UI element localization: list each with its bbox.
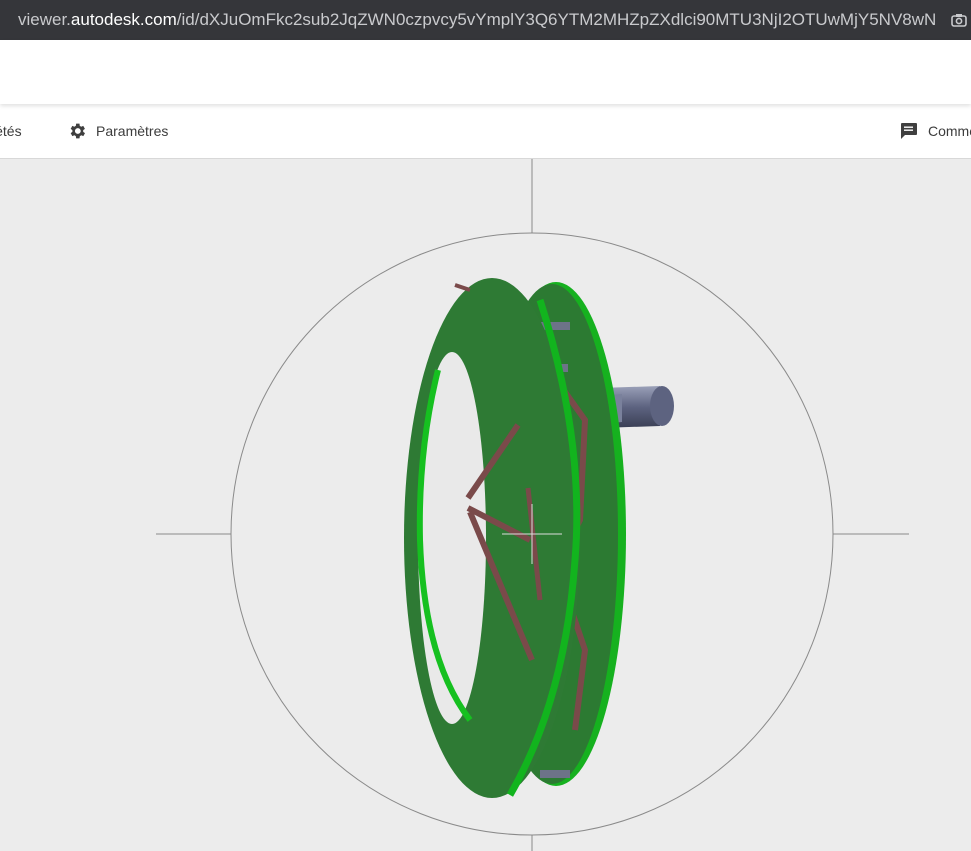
browser-address-bar[interactable]: viewer. autodesk.com/id/dXJuOmFkc2sub2JqZ… [0, 0, 971, 40]
settings-button[interactable]: Paramètres [67, 104, 168, 158]
comments-button[interactable]: Comme [899, 104, 971, 158]
comments-label: Comme [928, 123, 971, 139]
url-host-prefix: viewer. [18, 10, 71, 29]
url-host: autodesk.com [70, 10, 177, 29]
viewer-toolbar: iétés Paramètres Comme [0, 104, 971, 159]
front-disc [404, 278, 581, 798]
comment-icon [901, 123, 917, 139]
model-viewport[interactable] [0, 159, 971, 851]
settings-label: Paramètres [96, 123, 169, 139]
url-path: /id/dXJuOmFkc2sub2JqZWN0czpvcy5vYmplY3Q6… [176, 10, 937, 29]
gear-icon [70, 123, 85, 139]
viewport-scene [156, 159, 909, 851]
camera-icon[interactable] [947, 0, 971, 40]
properties-label: iétés [0, 123, 22, 139]
app-header [0, 40, 971, 104]
properties-tab[interactable]: iétés [0, 104, 22, 158]
3d-model[interactable] [404, 278, 674, 798]
